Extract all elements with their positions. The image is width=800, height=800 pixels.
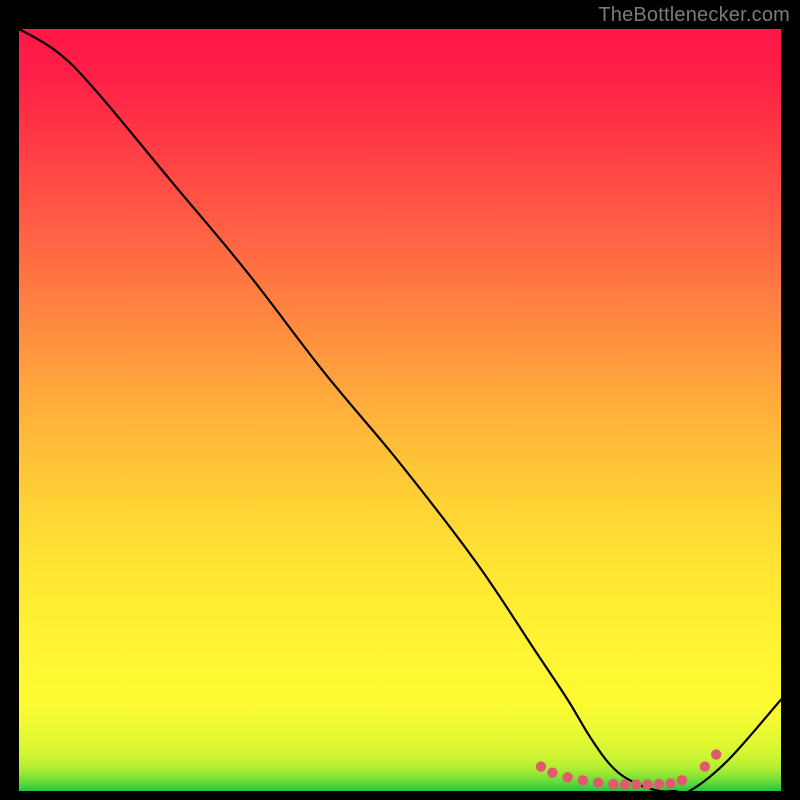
marker-dot (578, 775, 588, 785)
marker-dot (631, 779, 641, 789)
marker-dot (700, 761, 710, 771)
curve-layer (19, 29, 781, 791)
marker-dot (562, 772, 572, 782)
marker-dot (547, 768, 557, 778)
plot-area (19, 29, 781, 791)
marker-dot (593, 777, 603, 787)
attribution-text: TheBottlenecker.com (598, 4, 790, 27)
chart-frame: TheBottlenecker.com (0, 0, 800, 800)
marker-dot (642, 779, 652, 789)
marker-dot (711, 749, 721, 759)
marker-dot (665, 778, 675, 788)
marker-dot (536, 761, 546, 771)
curve-markers (536, 749, 722, 790)
marker-dot (654, 779, 664, 789)
marker-dot (677, 775, 687, 785)
marker-dot (608, 779, 618, 789)
bottleneck-curve (19, 29, 781, 791)
marker-dot (620, 779, 630, 789)
